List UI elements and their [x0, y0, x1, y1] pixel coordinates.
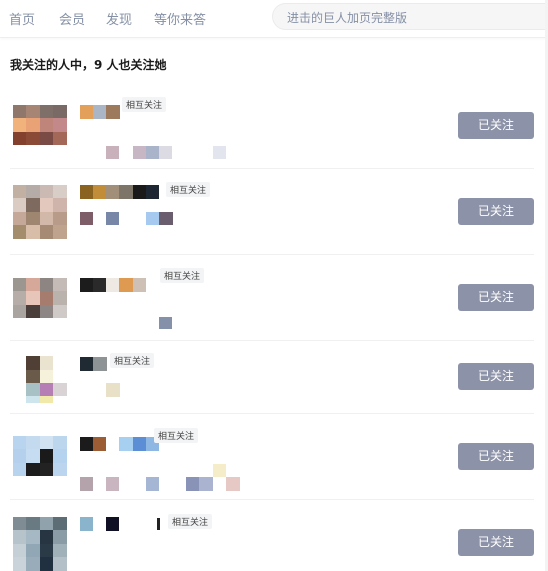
- row-divider: [10, 168, 534, 169]
- row-divider: [10, 254, 534, 255]
- followed-button[interactable]: 已关注: [458, 112, 534, 139]
- nav-item-discover[interactable]: 发现: [106, 9, 132, 28]
- user-name[interactable]: [80, 278, 146, 292]
- user-name[interactable]: [80, 357, 107, 371]
- avatar[interactable]: [13, 105, 67, 145]
- mutual-follow-tag: 相互关注: [110, 353, 155, 368]
- followed-button[interactable]: 已关注: [458, 443, 534, 470]
- followed-button[interactable]: 已关注: [458, 529, 534, 556]
- top-navigation-bar: 首页 会员 发现 等你来答 进击的巨人加页完整版: [0, 0, 548, 38]
- followed-button[interactable]: 已关注: [458, 284, 534, 311]
- avatar[interactable]: [13, 185, 67, 239]
- row-divider: [10, 499, 534, 500]
- row-divider: [10, 340, 534, 341]
- user-bio: [80, 464, 240, 491]
- avatar[interactable]: [13, 436, 67, 476]
- mutual-follow-tag: 相互关注: [122, 97, 167, 112]
- row-divider: [10, 413, 534, 414]
- page-title: 我关注的人中，9 人也关注她: [10, 58, 167, 72]
- nav-item-answer[interactable]: 等你来答: [154, 9, 206, 28]
- avatar[interactable]: [13, 278, 67, 318]
- search-placeholder: 进击的巨人加页完整版: [287, 11, 408, 25]
- user-name[interactable]: [80, 517, 160, 531]
- mutual-follow-tag: 相互关注: [154, 428, 199, 443]
- mutual-follow-tag: 相互关注: [166, 182, 211, 197]
- user-bio: [80, 212, 173, 225]
- search-input[interactable]: 进击的巨人加页完整版: [272, 3, 548, 30]
- user-bio: [106, 383, 120, 397]
- nav-item-home[interactable]: 首页: [9, 9, 35, 28]
- user-bio: [106, 146, 226, 159]
- user-bio: [159, 317, 172, 329]
- avatar[interactable]: [13, 517, 67, 571]
- avatar[interactable]: [13, 356, 67, 403]
- mutual-follow-tag: 相互关注: [160, 268, 205, 283]
- nav-item-vip[interactable]: 会员: [59, 9, 85, 28]
- user-name[interactable]: [80, 185, 160, 199]
- user-name[interactable]: [80, 105, 120, 119]
- mutual-follow-tag: 相互关注: [168, 514, 213, 529]
- followed-button[interactable]: 已关注: [458, 198, 534, 225]
- followed-button[interactable]: 已关注: [458, 363, 534, 390]
